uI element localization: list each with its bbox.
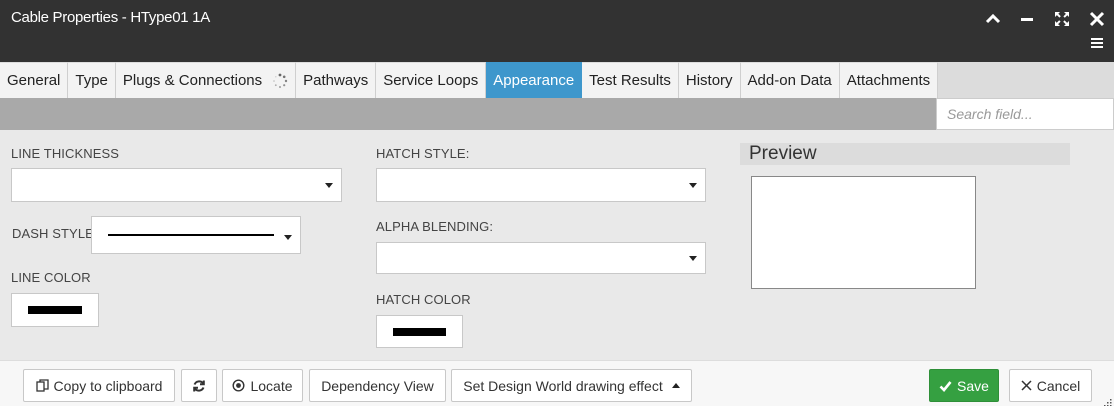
window-titlebar: Cable Properties - HType01 1A	[0, 0, 1114, 62]
caret-up-icon	[671, 383, 680, 388]
tab-test-results[interactable]: Test Results	[582, 62, 679, 98]
line-thickness-select[interactable]	[11, 168, 342, 202]
check-icon	[939, 380, 952, 392]
tab-label: General	[7, 72, 61, 89]
preview-title: Preview	[740, 143, 1070, 165]
copy-to-clipboard-button[interactable]: Copy to clipboard	[23, 369, 175, 402]
hatch-style-label: HATCH STYLE:	[376, 146, 470, 161]
tab-service-loops[interactable]: Service Loops	[376, 62, 487, 98]
chevron-down-icon	[689, 256, 697, 261]
tab-label: History	[685, 72, 733, 89]
tab-label: Test Results	[589, 72, 671, 89]
tab-label: Pathways	[303, 72, 369, 89]
cancel-button-label: Cancel	[1036, 377, 1081, 394]
menu-icon[interactable]	[1089, 36, 1107, 54]
refresh-button[interactable]	[181, 369, 217, 402]
tab-plugs-connections[interactable]: Plugs & Connections	[115, 62, 297, 98]
line-color-label: LINE COLOR	[11, 270, 91, 285]
solid-line-preview	[108, 234, 274, 236]
dash-style-select[interactable]	[91, 216, 301, 254]
line-color-swatch[interactable]	[11, 293, 99, 327]
tab-bar-filler	[938, 62, 1114, 98]
tab-appearance[interactable]: Appearance	[486, 62, 583, 98]
refresh-icon	[192, 379, 206, 393]
tab-history[interactable]: History	[678, 62, 741, 98]
copy-button-label: Copy to clipboard	[53, 377, 163, 394]
resize-grip-icon[interactable]	[1102, 394, 1112, 406]
close-icon	[1021, 380, 1032, 391]
close-icon[interactable]	[1088, 10, 1106, 28]
tab-label: Appearance	[493, 72, 575, 89]
locate-button[interactable]: Locate	[222, 369, 303, 402]
line-color-bar	[28, 306, 82, 314]
drawing-effect-dropdown-button[interactable]: Set Design World drawing effect	[451, 369, 692, 402]
tab-type[interactable]: Type	[68, 62, 116, 98]
cancel-button[interactable]: Cancel	[1009, 369, 1092, 402]
hatch-color-label: HATCH COLOR	[376, 292, 471, 307]
chevron-up-icon[interactable]	[984, 10, 1002, 28]
alpha-blending-label: ALPHA BLENDING:	[376, 219, 494, 234]
tab-add-on-data[interactable]: Add-on Data	[740, 62, 840, 98]
tab-label: Attachments	[846, 72, 931, 89]
dependency-button-label: Dependency View	[321, 377, 434, 394]
minimize-icon[interactable]	[1018, 10, 1036, 28]
line-thickness-label: LINE THICKNESS	[11, 146, 120, 161]
footer-toolbar: Copy to clipboard Locate Dependency View…	[0, 360, 1114, 406]
chevron-down-icon	[689, 183, 697, 188]
tab-label: Add-on Data	[747, 72, 832, 89]
expand-icon[interactable]	[1053, 10, 1071, 28]
dependency-view-button[interactable]: Dependency View	[309, 369, 446, 402]
preview-canvas	[751, 176, 976, 289]
hatch-color-bar	[393, 327, 446, 336]
hatch-color-swatch[interactable]	[376, 315, 463, 348]
save-button[interactable]: Save	[929, 369, 999, 402]
drawing-effect-label: Set Design World drawing effect	[463, 377, 663, 394]
alpha-blending-select[interactable]	[376, 242, 706, 274]
tab-label: Type	[75, 72, 108, 89]
clipboard-icon	[35, 379, 49, 392]
tab-bar: General Type Plugs & Connections Pathway…	[0, 62, 1114, 98]
chevron-down-icon	[284, 235, 292, 240]
locate-button-label: Locate	[250, 377, 293, 394]
chevron-down-icon	[325, 183, 333, 188]
tab-general[interactable]: General	[0, 62, 69, 98]
hatch-style-select[interactable]	[376, 168, 706, 202]
save-button-label: Save	[957, 377, 989, 394]
loading-spinner-icon	[272, 73, 288, 89]
tab-attachments[interactable]: Attachments	[839, 62, 939, 98]
search-bar	[0, 98, 1114, 130]
tab-pathways[interactable]: Pathways	[296, 62, 377, 98]
target-icon	[232, 379, 245, 392]
window-title: Cable Properties - HType01 1A	[11, 9, 210, 26]
tab-label: Service Loops	[383, 72, 479, 89]
dash-style-label: DASH STYLE	[12, 226, 94, 241]
tab-label: Plugs & Connections	[122, 72, 263, 89]
search-input[interactable]	[936, 98, 1114, 130]
